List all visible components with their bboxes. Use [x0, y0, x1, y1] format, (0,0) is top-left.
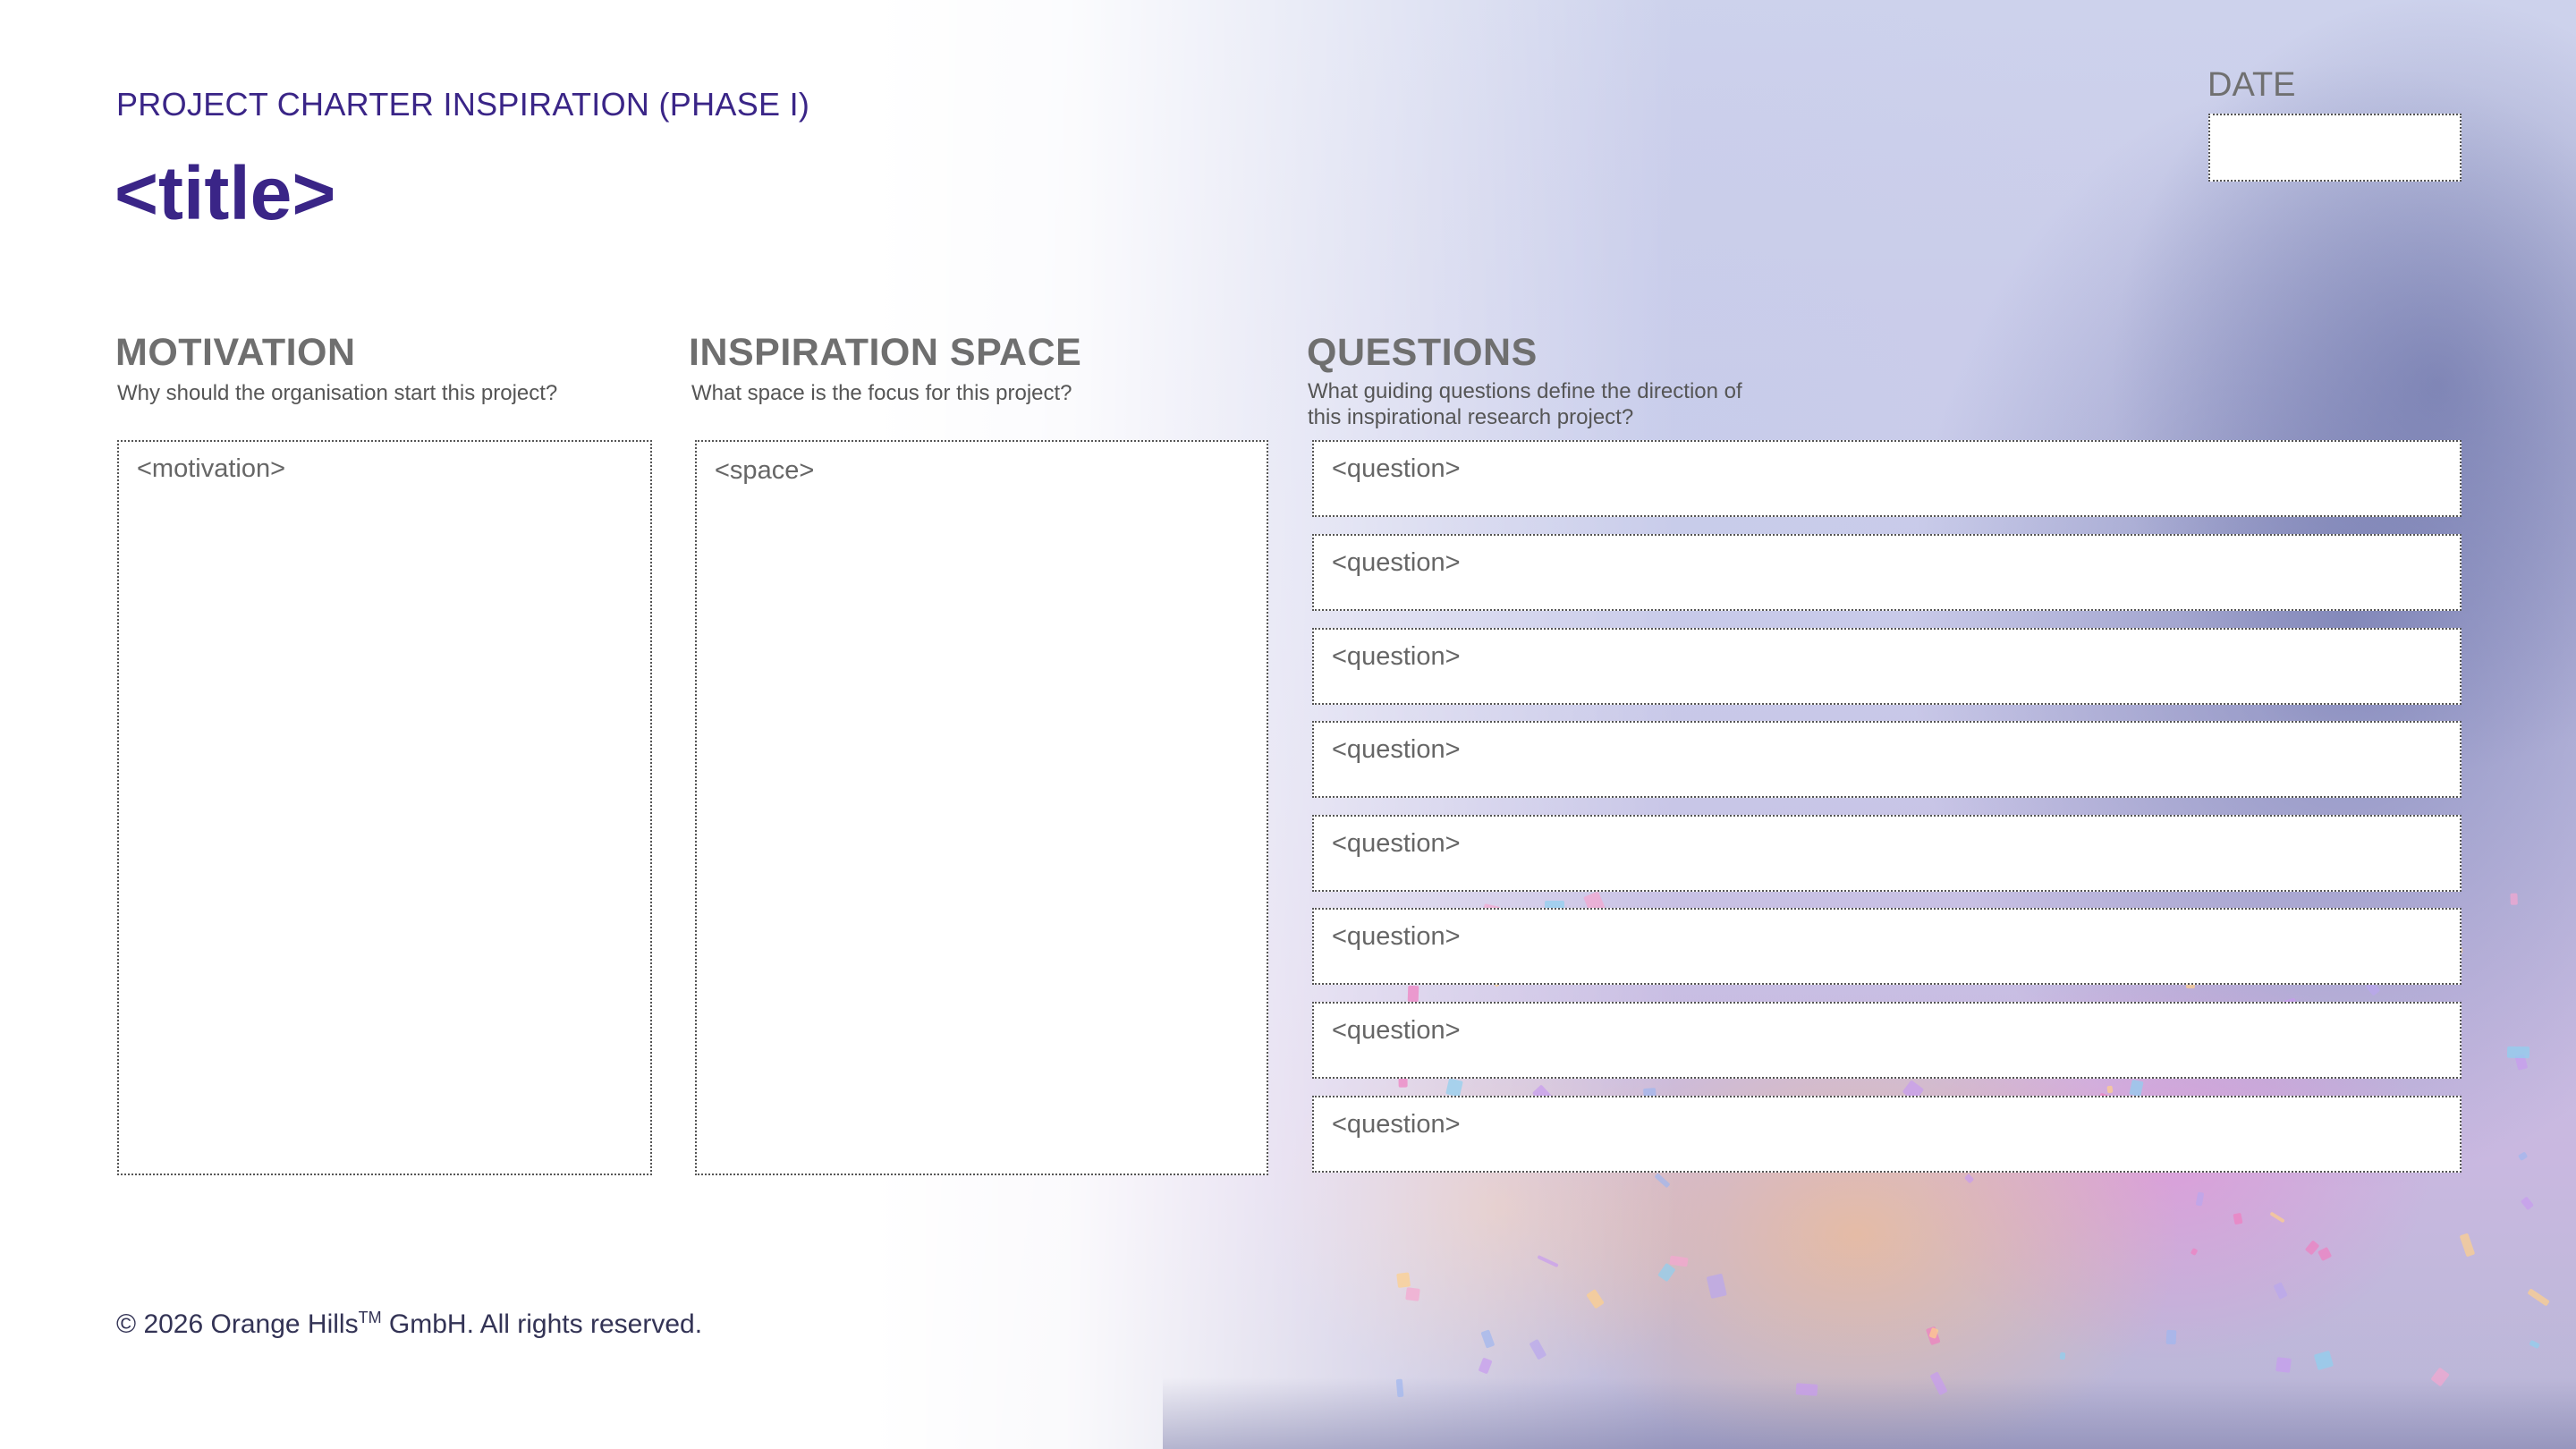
inspiration-space-prompt: What space is the focus for this project…: [691, 381, 1072, 405]
confetti-piece: [1396, 1271, 1411, 1288]
confetti-piece: [1795, 1383, 1818, 1396]
trademark-mark: TM: [358, 1309, 382, 1326]
question-placeholder: <question>: [1332, 1110, 1461, 1139]
questions-prompt-line1: What guiding questions define the direct…: [1308, 379, 1742, 403]
page-title[interactable]: <title>: [114, 150, 335, 237]
date-label: DATE: [2207, 66, 2296, 104]
question-placeholder: <question>: [1332, 548, 1461, 577]
question-placeholder: <question>: [1332, 642, 1461, 671]
question-placeholder: <question>: [1332, 1016, 1461, 1045]
motivation-placeholder: <motivation>: [137, 454, 286, 483]
confetti-piece: [2059, 1352, 2066, 1360]
questions-prompt-line2: this inspirational research project?: [1308, 405, 1634, 429]
motivation-field[interactable]: <motivation>: [117, 440, 652, 1175]
question-placeholder: <question>: [1332, 454, 1461, 483]
confetti-piece: [2275, 1356, 2292, 1373]
page-subtitle: PROJECT CHARTER INSPIRATION (PHASE I): [116, 86, 810, 123]
copyright-footer: © 2026 Orange HillsTM GmbH. All rights r…: [116, 1309, 702, 1340]
background-floor: [1163, 1377, 2576, 1449]
inspiration-space-heading: INSPIRATION SPACE: [689, 331, 1082, 374]
inspiration-space-field[interactable]: <space>: [695, 440, 1268, 1175]
question-field[interactable]: <question>: [1312, 1096, 2462, 1173]
question-field[interactable]: <question>: [1312, 815, 2462, 892]
question-placeholder: <question>: [1332, 735, 1461, 764]
confetti-piece: [1405, 1287, 1421, 1301]
question-field[interactable]: <question>: [1312, 534, 2462, 611]
motivation-prompt: Why should the organisation start this p…: [117, 381, 558, 405]
confetti-piece: [2506, 1046, 2530, 1059]
copyright-prefix: © 2026 Orange Hills: [116, 1309, 359, 1339]
question-field[interactable]: <question>: [1312, 721, 2462, 798]
motivation-heading: MOTIVATION: [115, 331, 356, 374]
question-field[interactable]: <question>: [1312, 628, 2462, 705]
confetti-piece: [1407, 986, 1419, 1003]
confetti-piece: [1395, 1378, 1404, 1397]
copyright-suffix: GmbH. All rights reserved.: [381, 1309, 703, 1339]
space-placeholder: <space>: [715, 456, 815, 485]
confetti-piece: [1669, 1255, 1689, 1267]
question-field[interactable]: <question>: [1312, 908, 2462, 985]
confetti-piece: [2510, 893, 2518, 905]
question-placeholder: <question>: [1332, 829, 1461, 858]
question-field[interactable]: <question>: [1312, 440, 2462, 517]
confetti-piece: [2165, 1329, 2177, 1344]
question-field[interactable]: <question>: [1312, 1002, 2462, 1079]
question-placeholder: <question>: [1332, 922, 1461, 951]
date-field[interactable]: [2208, 114, 2462, 182]
questions-heading: QUESTIONS: [1307, 331, 1538, 374]
